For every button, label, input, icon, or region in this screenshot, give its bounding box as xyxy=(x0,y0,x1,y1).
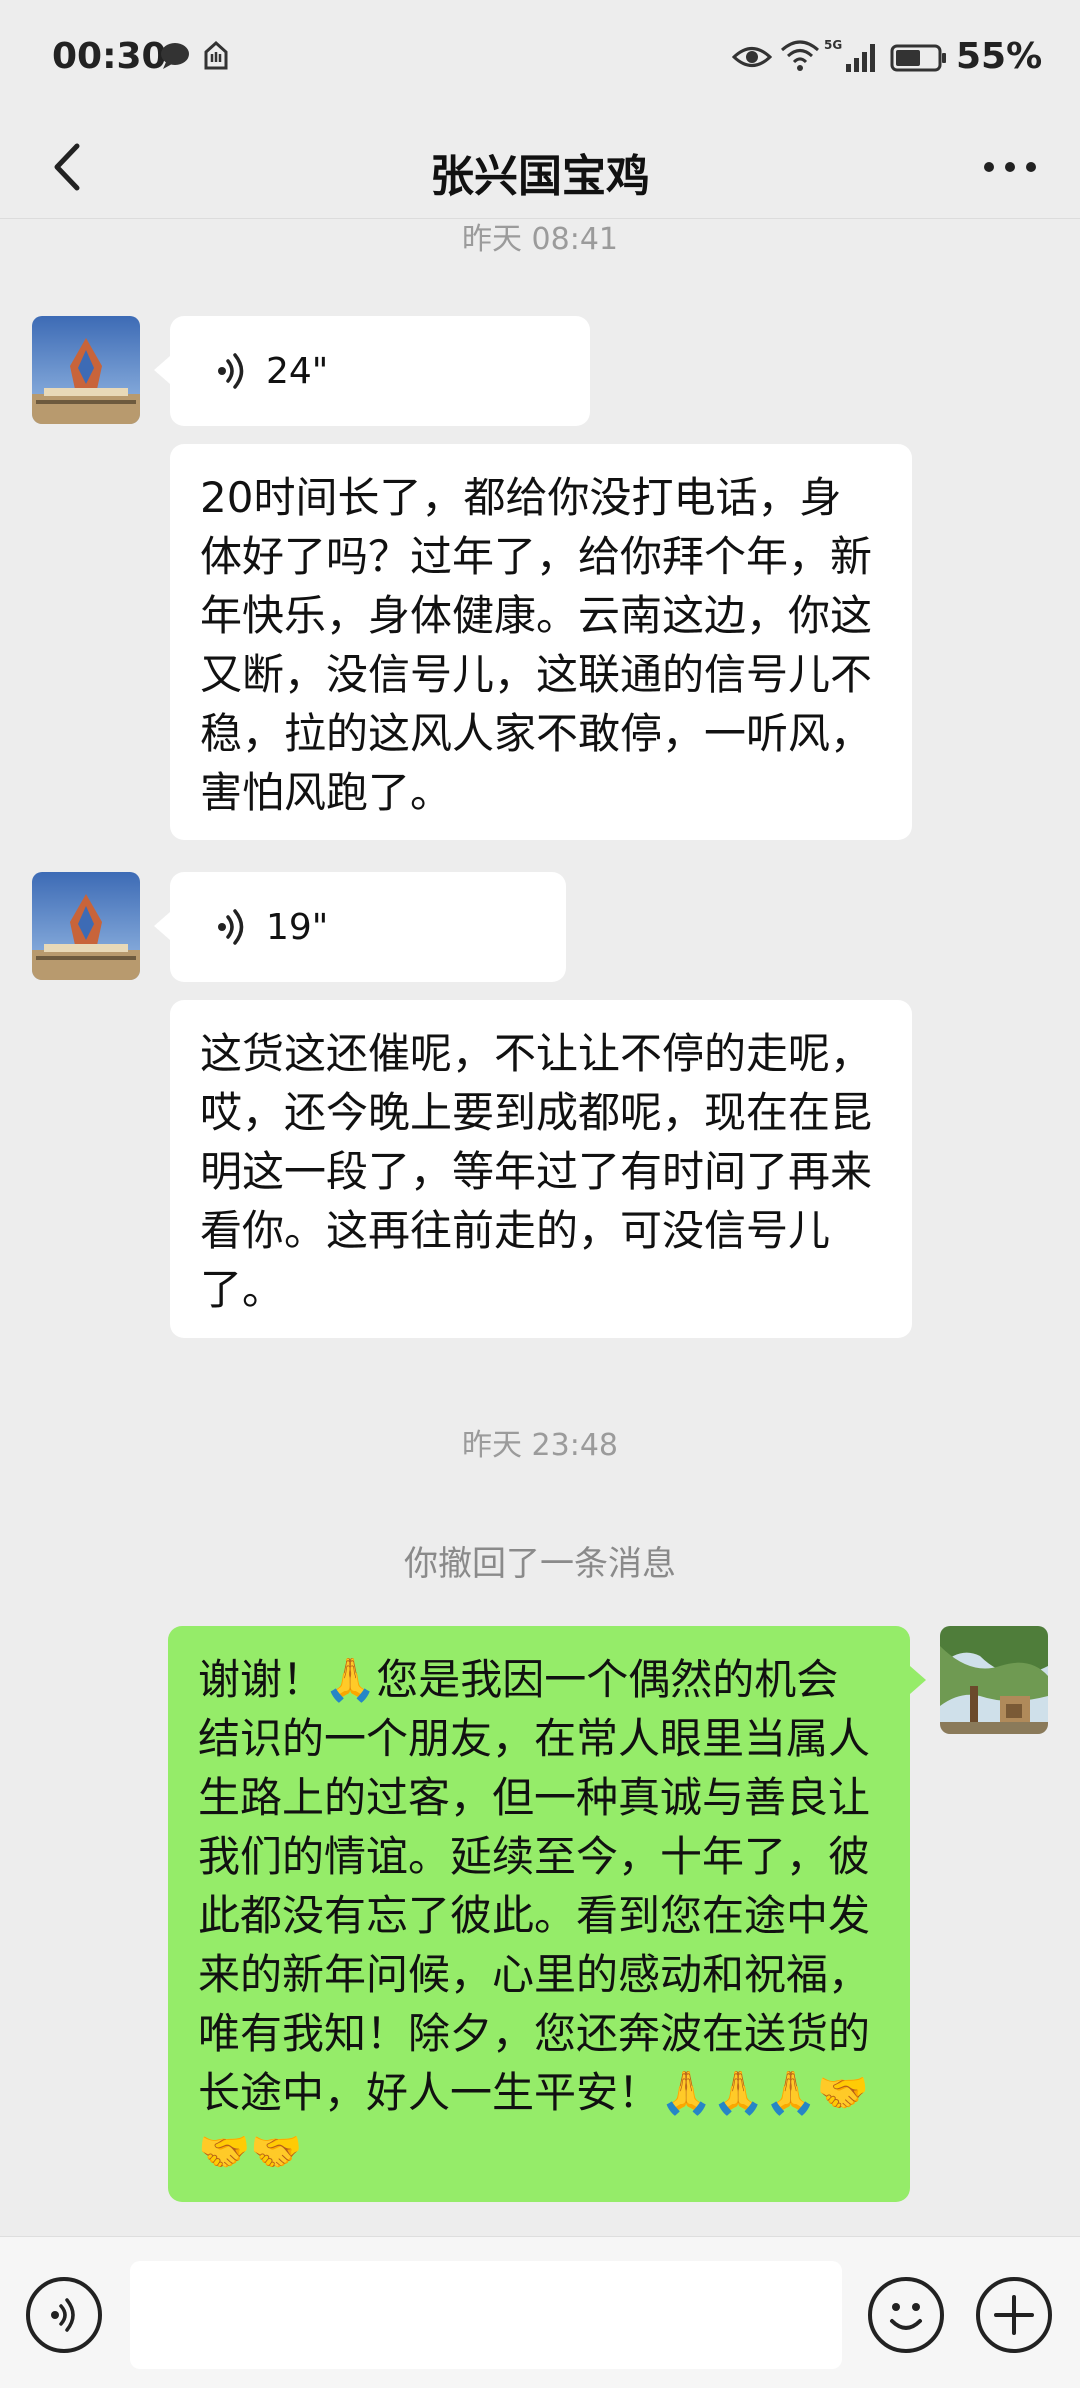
message-notification-icon xyxy=(160,42,190,74)
plus-icon xyxy=(994,2295,1034,2335)
message-input[interactable] xyxy=(130,2261,842,2369)
chat-title: 张兴国宝鸡 xyxy=(430,151,650,202)
input-bar xyxy=(0,2236,1080,2388)
message-text: 谢谢！🙏您是我因一个偶然的机会结识的一个朋友，在常人眼里当属人生路上的过客，但一… xyxy=(198,1655,871,2176)
bubble-tail xyxy=(910,1666,926,1694)
voice-input-toggle[interactable] xyxy=(26,2277,102,2353)
bubble-tail xyxy=(154,912,170,940)
message-bubble[interactable]: 20时间长了，都给你没打电话，身体好了吗？过年了，给你拜个年，新年快乐，身体健康… xyxy=(170,444,912,840)
my-avatar[interactable] xyxy=(940,1626,1048,1734)
battery-icon xyxy=(890,44,948,76)
message-text: 这货这还催呢，不让让不停的走呢，哎，还今晚上要到成都呢，现在在昆明这一段了，等年… xyxy=(200,1029,873,1314)
recall-notice: 你撤回了一条消息 xyxy=(404,1544,676,1584)
voice-duration: 24" xyxy=(266,350,329,392)
signal-5g-icon: 5G xyxy=(824,38,884,78)
eye-icon xyxy=(731,44,773,74)
message-text: 20时间长了，都给你没打电话，身体好了吗？过年了，给你拜个年，新年快乐，身体健康… xyxy=(200,473,873,817)
status-time: 00:30 xyxy=(52,36,167,77)
emoji-button[interactable] xyxy=(868,2277,944,2353)
voice-wave-icon xyxy=(51,2298,75,2332)
voice-wave-icon xyxy=(218,907,248,947)
smiley-icon xyxy=(890,2303,922,2330)
more-options-button[interactable] xyxy=(970,132,1050,202)
hand-notification-icon xyxy=(200,40,232,76)
voice-message[interactable]: 19" xyxy=(170,872,566,982)
contact-avatar[interactable] xyxy=(32,872,140,980)
voice-duration: 19" xyxy=(266,906,329,948)
voice-message[interactable]: 24" xyxy=(170,316,590,426)
bubble-tail xyxy=(154,356,170,384)
contact-avatar[interactable] xyxy=(32,316,140,424)
status-bar: 00:30 5G 55% xyxy=(0,0,1080,118)
voice-wave-icon xyxy=(218,351,248,391)
more-dots-icon xyxy=(984,162,1036,172)
my-message-bubble[interactable]: 谢谢！🙏您是我因一个偶然的机会结识的一个朋友，在常人眼里当属人生路上的过客，但一… xyxy=(168,1626,910,2202)
plus-button[interactable] xyxy=(976,2277,1052,2353)
timestamp: 昨天 23:48 xyxy=(462,1428,618,1463)
chat-header: 张兴国宝鸡 xyxy=(0,118,1080,218)
wifi-icon xyxy=(780,38,820,76)
message-bubble[interactable]: 这货这还催呢，不让让不停的走呢，哎，还今晚上要到成都呢，现在在昆明这一段了，等年… xyxy=(170,1000,912,1338)
timestamp: 昨天 08:41 xyxy=(462,222,618,257)
battery-percentage: 55% xyxy=(956,36,1043,77)
network-label: 5G xyxy=(824,38,842,52)
